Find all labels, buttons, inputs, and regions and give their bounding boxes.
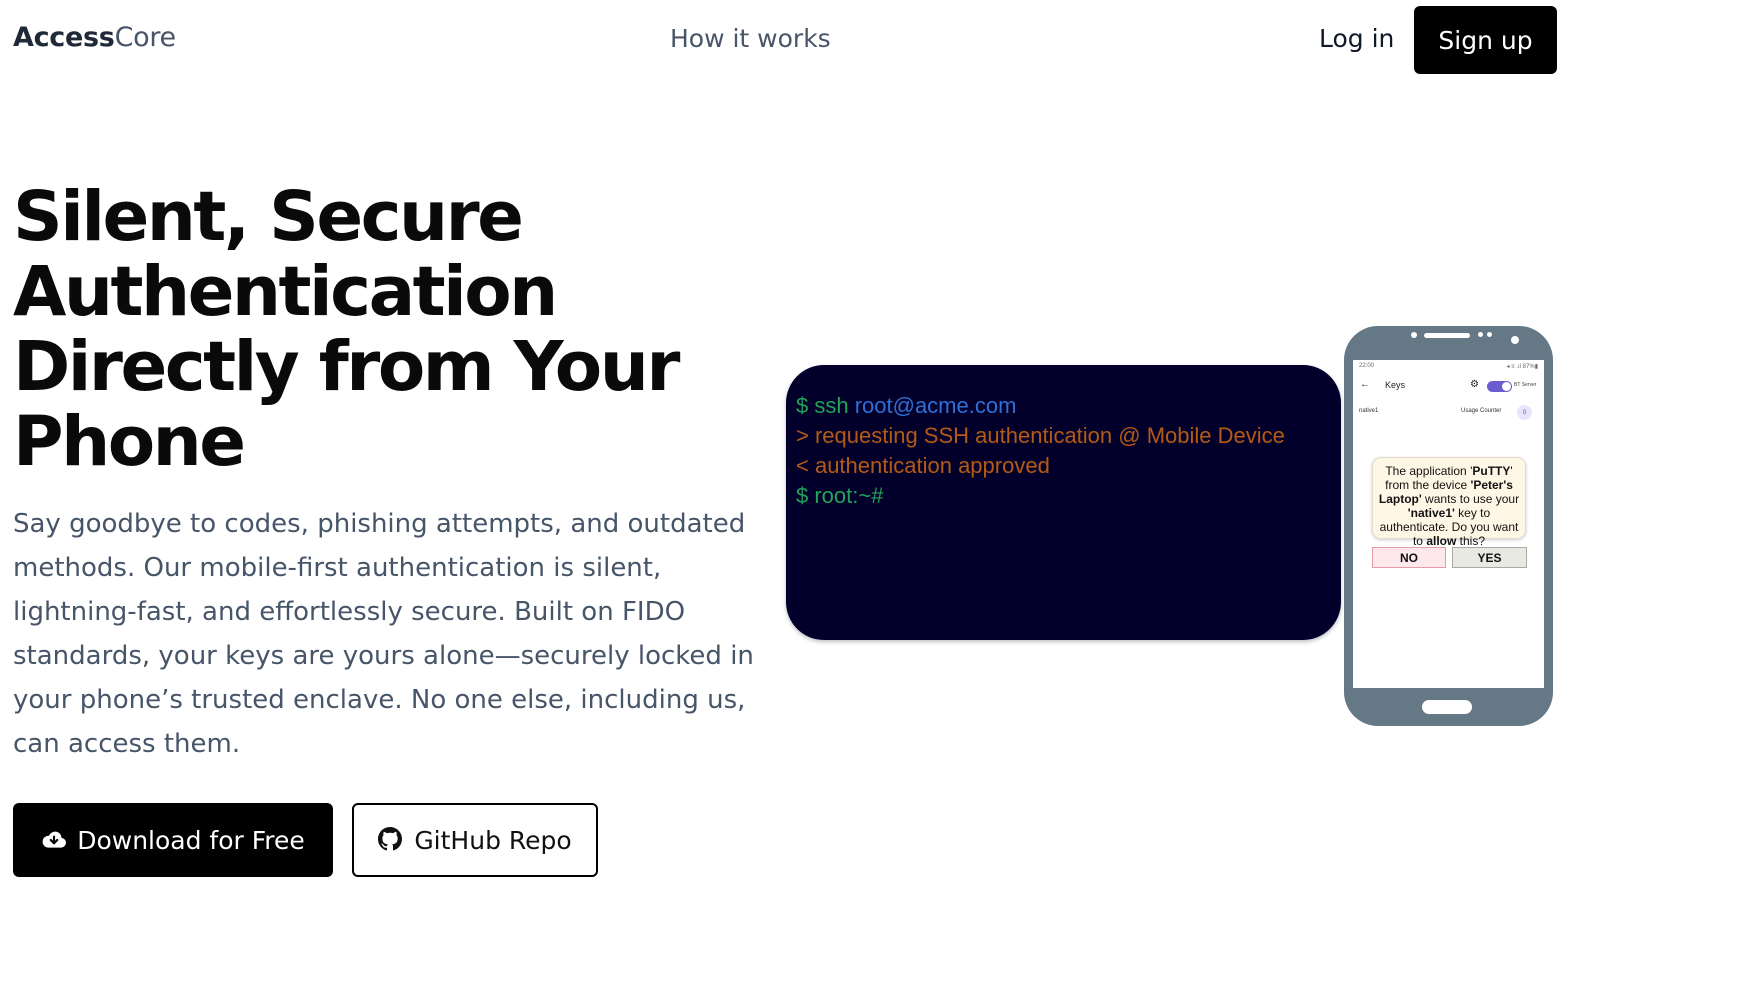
- phone-mockup: 22:00 ◂ ≡ .ıl 87%▮ ← Keys ⚙ BT Server na…: [1344, 326, 1553, 726]
- phone-speaker: [1424, 333, 1470, 338]
- usage-counter-badge: 0: [1517, 405, 1532, 420]
- terminal-line: $ root:~#: [796, 483, 884, 508]
- key-name: native1: [1359, 408, 1379, 414]
- nav-how-it-works[interactable]: How it works: [670, 24, 831, 53]
- auth-request-dialog: The application 'PuTTY' from the device …: [1372, 457, 1526, 548]
- terminal-window: $ ssh root@acme.com > requesting SSH aut…: [786, 365, 1341, 640]
- phone-screen: 22:00 ◂ ≡ .ıl 87%▮ ← Keys ⚙ BT Server na…: [1353, 360, 1544, 688]
- phone-status-icons: ◂ ≡ .ıl 87%▮: [1506, 364, 1539, 370]
- bt-server-label: BT Server: [1514, 382, 1537, 388]
- hero-title-line: Phone: [13, 402, 246, 482]
- usage-counter-label: Usage Counter: [1461, 408, 1502, 414]
- terminal-line: $ ssh root@acme.com: [796, 391, 1331, 421]
- dialog-text: this?: [1456, 534, 1486, 548]
- phone-sensor-dot: [1411, 332, 1417, 338]
- github-button-label: GitHub Repo: [414, 825, 572, 855]
- dialog-app-name: PuTTY: [1472, 464, 1511, 478]
- allow-button[interactable]: YES: [1452, 547, 1527, 568]
- phone-sensor-dot: [1487, 332, 1492, 337]
- dialog-allow-word: allow: [1426, 534, 1457, 548]
- hero-title-line: Authentication: [13, 252, 558, 332]
- phone-app-bar: ← Keys ⚙ BT Server: [1359, 379, 1540, 393]
- dialog-text: The application ': [1385, 464, 1473, 478]
- logo-light: Core: [114, 22, 177, 53]
- terminal-line: < authentication approved: [796, 453, 1050, 478]
- gear-icon[interactable]: ⚙: [1470, 379, 1479, 390]
- arrow-left-icon[interactable]: ←: [1360, 379, 1370, 390]
- hero-title-line: Silent, Secure: [13, 177, 524, 257]
- login-button[interactable]: Log in: [1319, 24, 1394, 53]
- terminal-host: root@acme.com: [854, 393, 1017, 418]
- logo-bold: Access: [13, 22, 115, 53]
- dialog-text: wants to use your: [1421, 492, 1520, 506]
- deny-button[interactable]: NO: [1372, 547, 1446, 568]
- logo[interactable]: AccessCore: [13, 22, 176, 53]
- phone-status-bar: 22:00 ◂ ≡ .ıl 87%▮: [1359, 363, 1538, 370]
- bt-server-toggle[interactable]: [1487, 381, 1512, 392]
- terminal-prompt: $ ssh: [796, 393, 855, 418]
- download-button-label: Download for Free: [77, 825, 305, 855]
- phone-home-button[interactable]: [1422, 700, 1472, 714]
- phone-camera: [1511, 336, 1519, 344]
- download-button[interactable]: Download for Free: [13, 803, 333, 877]
- hero-title: Silent, Secure Authentication Directly f…: [13, 180, 733, 480]
- dialog-key-name: 'native1': [1407, 506, 1455, 520]
- phone-sensor-dot: [1478, 332, 1483, 337]
- github-repo-button[interactable]: GitHub Repo: [352, 803, 598, 877]
- page: AccessCore How it works Log in Sign up S…: [0, 0, 1760, 1006]
- phone-status-time: 22:00: [1359, 363, 1375, 369]
- hero-subtitle: Say goodbye to codes, phishing attempts,…: [13, 509, 754, 759]
- signup-button[interactable]: Sign up: [1414, 6, 1557, 74]
- phone-screen-title: Keys: [1385, 380, 1406, 390]
- cloud-download-icon: [41, 827, 67, 853]
- hero-title-line: Directly from Your: [13, 327, 680, 407]
- terminal-line: > requesting SSH authentication @ Mobile…: [796, 423, 1285, 448]
- github-icon: [378, 827, 404, 853]
- key-row[interactable]: native1 Usage Counter 0: [1359, 405, 1540, 420]
